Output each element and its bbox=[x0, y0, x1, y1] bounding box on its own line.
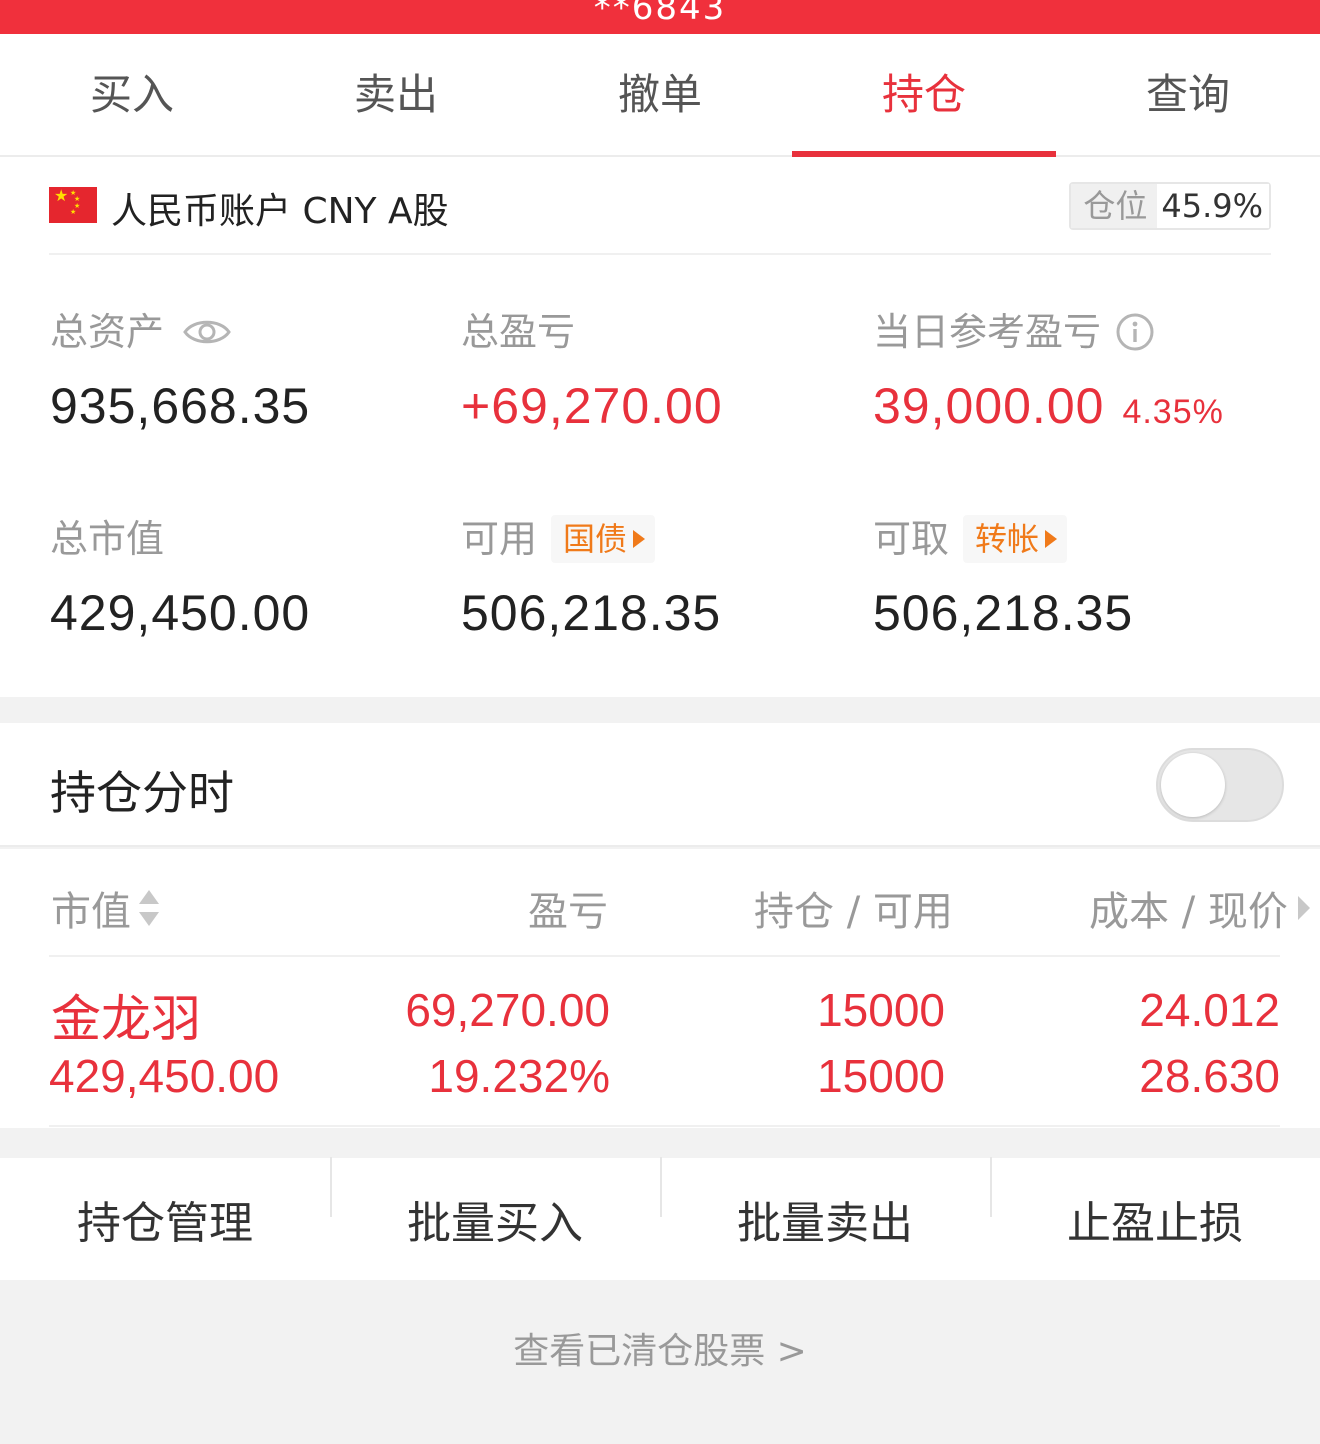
stat-available: 可用 国债 506,218.35 bbox=[461, 514, 721, 642]
batch-buy-button[interactable]: 批量买入 bbox=[330, 1157, 660, 1251]
stop-profit-loss-button[interactable]: 止盈止损 bbox=[990, 1157, 1320, 1251]
sort-icon bbox=[139, 888, 159, 928]
stat-market-value: 总市值 429,450.00 bbox=[50, 514, 310, 642]
daily-pnl-value: 39,000.00 bbox=[873, 378, 1105, 434]
stat-total-pnl: 总盈亏 +69,270.00 bbox=[461, 307, 723, 435]
tab-buy[interactable]: 买入 bbox=[0, 34, 264, 155]
stock-available: 15000 bbox=[817, 1050, 945, 1102]
header-holding: 持仓 / 可用 bbox=[754, 879, 953, 937]
position-ratio-badge: 仓位 45.9% bbox=[1069, 182, 1271, 230]
timeshare-label: 持仓分时 bbox=[50, 766, 234, 820]
stock-pnl: 69,270.00 bbox=[405, 984, 610, 1036]
stock-pnl-percent: 19.232% bbox=[428, 1050, 610, 1102]
toggle-knob bbox=[1161, 753, 1225, 817]
total-assets-value: 935,668.35 bbox=[50, 378, 311, 434]
stat-total-assets: 总资产 935,668.35 bbox=[50, 307, 310, 435]
table-row[interactable]: 金龙羽 429,450.00 69,270.00 19.232% 15000 1… bbox=[49, 957, 1280, 1127]
eye-icon[interactable] bbox=[182, 315, 232, 349]
stock-name: 金龙羽 bbox=[51, 990, 201, 1048]
china-flag-icon: ★ ★ ★ ★ ★ bbox=[49, 187, 97, 223]
transfer-button[interactable]: 转帐 bbox=[963, 515, 1068, 563]
header-market-value[interactable]: 市值 bbox=[51, 879, 159, 937]
header-pnl: 盈亏 bbox=[528, 879, 608, 937]
view-cleared-stocks-link[interactable]: 查看已清仓股票 > bbox=[0, 1322, 1320, 1374]
stat-withdrawable: 可取 转帐 506,218.35 bbox=[873, 514, 1133, 642]
account-summary: ★ ★ ★ ★ ★ 人民币账户 CNY A股 仓位 45.9% 总资产 935,… bbox=[0, 157, 1320, 697]
position-ratio-label: 仓位 bbox=[1071, 184, 1158, 228]
batch-sell-button[interactable]: 批量卖出 bbox=[660, 1157, 990, 1251]
header-cost[interactable]: 成本 / 现价 bbox=[1089, 879, 1310, 937]
caret-right-icon bbox=[1045, 530, 1058, 548]
header-cost-label: 成本 / 现价 bbox=[1089, 889, 1288, 935]
total-pnl-value: +69,270.00 bbox=[461, 378, 723, 434]
withdrawable-value: 506,218.35 bbox=[873, 585, 1134, 641]
tab-query[interactable]: 查询 bbox=[1056, 34, 1320, 155]
trade-tabs: 买入 卖出 撤单 持仓 查询 bbox=[0, 34, 1320, 157]
timeshare-toggle[interactable] bbox=[1156, 748, 1284, 822]
transfer-label: 转帐 bbox=[975, 520, 1040, 558]
account-header-bar: **6843 bbox=[0, 0, 1320, 34]
tab-cancel[interactable]: 撤单 bbox=[528, 34, 792, 155]
total-assets-label: 总资产 bbox=[50, 310, 165, 354]
masked-account-number: **6843 bbox=[593, 0, 727, 28]
available-label: 可用 bbox=[461, 517, 538, 561]
treasury-bond-button[interactable]: 国债 bbox=[551, 515, 656, 563]
account-row: ★ ★ ★ ★ ★ 人民币账户 CNY A股 仓位 45.9% bbox=[49, 157, 1271, 255]
account-name: 人民币账户 CNY A股 bbox=[111, 191, 449, 232]
header-market-value-label: 市值 bbox=[51, 889, 131, 935]
market-value-value: 429,450.00 bbox=[50, 585, 311, 641]
daily-pnl-percent: 4.35% bbox=[1122, 393, 1224, 431]
caret-right-icon bbox=[1297, 896, 1310, 920]
stock-cost: 24.012 bbox=[1139, 984, 1280, 1036]
position-ratio-value: 45.9% bbox=[1157, 184, 1269, 228]
position-management-button[interactable]: 持仓管理 bbox=[0, 1187, 330, 1251]
stock-price: 28.630 bbox=[1139, 1050, 1280, 1102]
holdings-table: 市值 盈亏 持仓 / 可用 成本 / 现价 金龙羽 429,450.00 69,… bbox=[0, 849, 1320, 1128]
tab-positions[interactable]: 持仓 bbox=[792, 34, 1056, 157]
stat-daily-pnl: 当日参考盈亏 39,000.00 4.35% bbox=[873, 307, 1224, 435]
header-pnl-label: 盈亏 bbox=[528, 889, 608, 935]
info-icon[interactable] bbox=[1115, 312, 1155, 352]
stock-holding: 15000 bbox=[817, 984, 945, 1036]
daily-pnl-label: 当日参考盈亏 bbox=[873, 310, 1102, 354]
withdrawable-label: 可取 bbox=[873, 517, 950, 561]
tab-sell[interactable]: 卖出 bbox=[264, 34, 528, 155]
total-pnl-label: 总盈亏 bbox=[461, 310, 576, 354]
market-value-label: 总市值 bbox=[50, 517, 165, 561]
available-value: 506,218.35 bbox=[461, 585, 722, 641]
header-holding-label: 持仓 / 可用 bbox=[754, 889, 953, 935]
stock-market-value: 429,450.00 bbox=[49, 1050, 280, 1102]
position-timeshare-row: 持仓分时 bbox=[0, 723, 1320, 847]
holdings-table-header: 市值 盈亏 持仓 / 可用 成本 / 现价 bbox=[49, 849, 1310, 957]
holdings-actions-bar: 持仓管理 批量买入 批量卖出 止盈止损 bbox=[0, 1157, 1320, 1280]
caret-right-icon bbox=[633, 530, 646, 548]
treasury-bond-label: 国债 bbox=[563, 520, 628, 558]
